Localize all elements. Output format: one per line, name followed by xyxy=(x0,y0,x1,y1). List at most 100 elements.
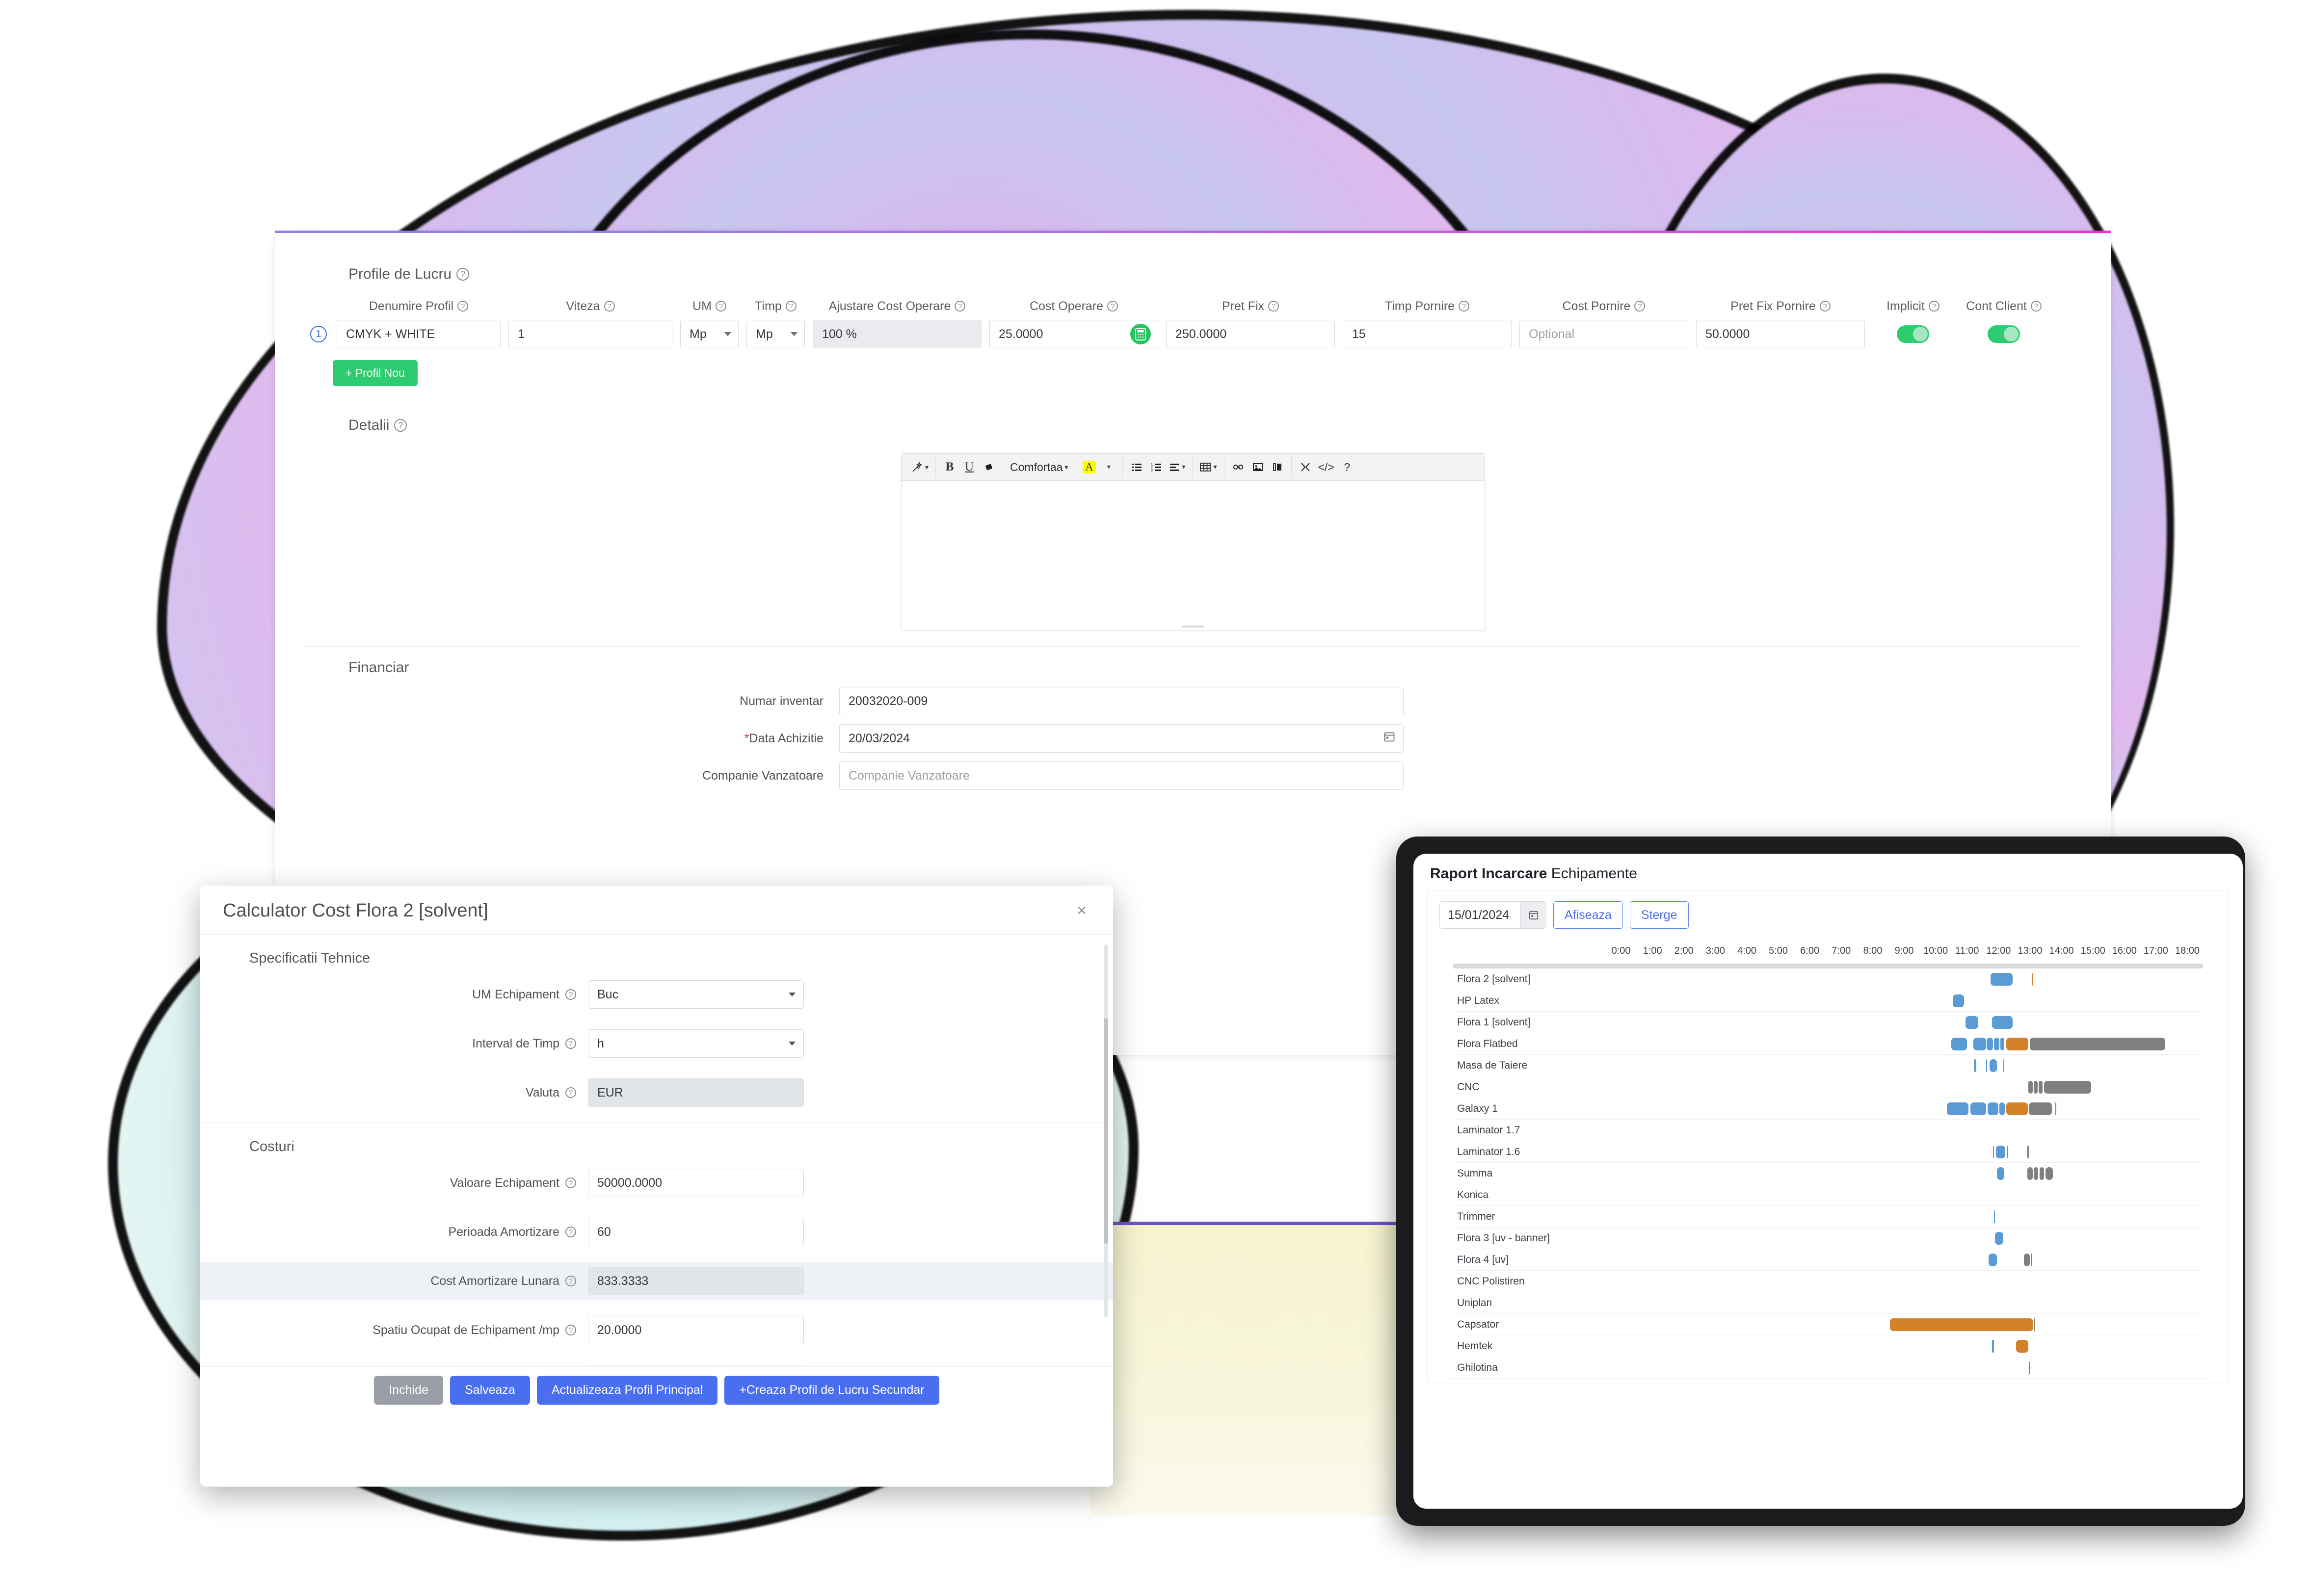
gantt-bar-blue[interactable] xyxy=(1991,972,2013,986)
help-icon[interactable]: ? xyxy=(715,301,726,312)
gantt-bar-grey[interactable] xyxy=(2030,1037,2166,1050)
update-main-profile-button[interactable]: Actualizeaza Profil Principal xyxy=(536,1376,718,1405)
align-icon[interactable]: ▾ xyxy=(1166,456,1188,478)
close-icon[interactable]: × xyxy=(1073,900,1090,921)
code-icon[interactable]: </> xyxy=(1315,456,1337,478)
gantt-bar-grey[interactable] xyxy=(2029,1102,2052,1115)
gantt-bar-orange[interactable] xyxy=(2031,972,2033,986)
gantt-bar-grey[interactable] xyxy=(2030,1253,2032,1266)
report-date-input[interactable]: 15/01/2024 xyxy=(1439,901,1546,929)
gantt-bar-blue[interactable] xyxy=(1992,1016,2013,1029)
create-secondary-profile-button[interactable]: +Creaza Profil de Lucru Secundar xyxy=(724,1376,939,1405)
timp-pornire-input[interactable]: 15 xyxy=(1343,320,1512,348)
gantt-bar-blue[interactable] xyxy=(1997,1167,2004,1180)
ordered-list-icon[interactable]: 123 xyxy=(1146,456,1166,478)
help-icon[interactable]: ? xyxy=(1928,301,1939,312)
dialog-scrollbar[interactable] xyxy=(1104,944,1108,1317)
gantt-bar-grey[interactable] xyxy=(2034,1318,2036,1331)
unordered-list-icon[interactable] xyxy=(1127,456,1146,478)
gantt-bar-blue[interactable] xyxy=(1951,1037,1967,1050)
spatiu-ocupat-input[interactable]: 20.0000 xyxy=(588,1316,804,1344)
gantt-bar-blue[interactable] xyxy=(1974,1059,1977,1072)
text-color-icon[interactable]: A xyxy=(1079,456,1099,478)
help-icon[interactable]: ? xyxy=(565,1325,576,1335)
link-icon[interactable] xyxy=(1228,456,1248,478)
gantt-bar-blue[interactable] xyxy=(1973,1037,1986,1050)
close-button[interactable]: Inchide xyxy=(374,1376,443,1405)
calendar-icon[interactable] xyxy=(1520,902,1546,928)
gantt-bar-blue[interactable] xyxy=(1987,1102,1999,1115)
gantt-bar-blue[interactable] xyxy=(1992,1145,1994,1158)
gantt-bar-grey[interactable] xyxy=(2028,1080,2033,1094)
cont-client-toggle[interactable] xyxy=(1988,325,2020,343)
gantt-bar-blue[interactable] xyxy=(1946,1102,1969,1115)
timp-select[interactable]: Mp xyxy=(746,320,805,348)
gantt-bar-blue[interactable] xyxy=(1986,1059,1988,1072)
gantt-bar-orange[interactable] xyxy=(2016,1339,2029,1353)
help-icon[interactable]: ? xyxy=(456,268,470,281)
help-icon[interactable]: ? xyxy=(785,301,797,312)
um-select[interactable]: Mp xyxy=(680,320,739,348)
help-icon[interactable]: ? xyxy=(1268,301,1279,312)
gantt-bar-blue[interactable] xyxy=(1996,1145,2006,1158)
magic-wand-icon[interactable]: ▾ xyxy=(908,456,931,478)
companie-vanzatoare-input[interactable]: Companie Vanzatoare xyxy=(839,761,1404,790)
gantt-bar-blue[interactable] xyxy=(1993,1210,1995,1223)
chevron-down-icon[interactable]: ▾ xyxy=(1099,456,1118,478)
gantt-bar-grey[interactable] xyxy=(2027,1167,2033,1180)
perioada-amortizare-input[interactable]: 60 xyxy=(588,1218,804,1246)
gantt-bar-grey[interactable] xyxy=(2034,1167,2039,1180)
gantt-bar-orange[interactable] xyxy=(2006,1037,2029,1050)
gantt-bar-blue[interactable] xyxy=(1988,1253,1997,1266)
gantt-bar-blue[interactable] xyxy=(2003,1059,2005,1072)
help-icon[interactable]: ? xyxy=(394,419,407,432)
gantt-bar-grey[interactable] xyxy=(2034,1080,2038,1094)
help-icon[interactable]: ? xyxy=(1819,301,1831,312)
help-icon[interactable]: ? xyxy=(565,1087,576,1098)
pret-fix-input[interactable]: 250.0000 xyxy=(1166,320,1335,348)
valoare-echipament-input[interactable]: 50000.0000 xyxy=(588,1169,804,1197)
gantt-bar-grey[interactable] xyxy=(2023,1253,2030,1266)
gantt-bar-blue[interactable] xyxy=(1992,1339,1994,1353)
interval-de-timp-select[interactable]: h xyxy=(588,1029,804,1058)
gantt-bar-blue[interactable] xyxy=(1994,1231,2003,1245)
rich-text-editor[interactable]: ▾ B U Comfortaa ▾ A ▾ 1 2 3 ▾ ▾ </> ? xyxy=(901,453,1485,630)
denumire-profil-input[interactable]: CMYK + WHITE xyxy=(337,320,501,348)
help-icon[interactable]: ? xyxy=(1337,456,1357,478)
clear-report-button[interactable]: Sterge xyxy=(1629,901,1689,929)
cost-operare-input[interactable]: 25.0000 xyxy=(989,320,1158,348)
help-icon[interactable]: ? xyxy=(955,301,966,312)
data-achizitie-input[interactable]: 20/03/2024 xyxy=(839,724,1404,753)
help-icon[interactable]: ? xyxy=(565,1227,576,1237)
help-icon[interactable]: ? xyxy=(565,1276,576,1286)
gantt-bar-blue[interactable] xyxy=(1993,1037,1999,1050)
help-icon[interactable]: ? xyxy=(1459,301,1470,312)
gantt-bar-blue[interactable] xyxy=(1986,1037,1993,1050)
gantt-bar-blue[interactable] xyxy=(1953,994,1964,1007)
help-icon[interactable]: ? xyxy=(1107,301,1118,312)
gantt-bar-grey[interactable] xyxy=(2044,1080,2092,1094)
viteza-input[interactable]: 1 xyxy=(508,320,672,348)
numar-inventar-input[interactable]: 20032020-009 xyxy=(839,687,1404,715)
gantt-bar-blue[interactable] xyxy=(1970,1102,1986,1115)
implicit-toggle[interactable] xyxy=(1897,325,1929,343)
gantt-bar-blue[interactable] xyxy=(1966,1016,1978,1029)
gantt-bar-orange[interactable] xyxy=(1890,1318,2033,1331)
page-break-icon[interactable] xyxy=(1268,456,1287,478)
help-icon[interactable]: ? xyxy=(604,301,615,312)
cost-chirie-spatiu-input[interactable]: 0.5000 xyxy=(588,1365,804,1366)
help-icon[interactable]: ? xyxy=(2030,301,2042,312)
help-icon[interactable]: ? xyxy=(565,989,576,1000)
editor-content-area[interactable] xyxy=(902,481,1485,623)
underline-icon[interactable]: U xyxy=(959,456,979,478)
calendar-icon[interactable] xyxy=(1383,731,1395,746)
pret-fix-pornire-input[interactable]: 50.0000 xyxy=(1696,320,1865,348)
calculator-icon[interactable] xyxy=(1130,324,1151,344)
add-profile-button[interactable]: + Profil Nou xyxy=(333,360,418,386)
gantt-bar-blue[interactable] xyxy=(2000,1037,2004,1050)
bold-icon[interactable]: B xyxy=(940,456,959,478)
image-icon[interactable] xyxy=(1248,456,1268,478)
eraser-icon[interactable] xyxy=(979,456,999,478)
cost-pornire-input[interactable]: Optional xyxy=(1519,320,1688,348)
gantt-bar-blue[interactable] xyxy=(1990,1059,1997,1072)
